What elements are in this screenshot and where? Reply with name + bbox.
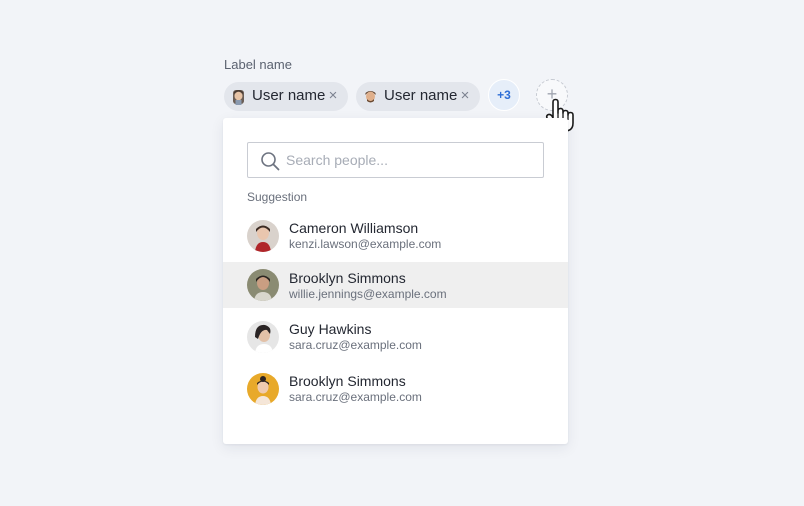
- list-item[interactable]: Cameron Williamson kenzi.lawson@example.…: [223, 210, 568, 262]
- avatar: [247, 269, 279, 301]
- person-email: willie.jennings@example.com: [289, 287, 447, 301]
- user-chip[interactable]: User name ×: [356, 82, 480, 111]
- remove-chip-icon[interactable]: ×: [458, 87, 472, 105]
- person-email: sara.cruz@example.com: [289, 390, 422, 404]
- more-users-badge[interactable]: +3: [488, 79, 520, 111]
- chip-label: User name: [252, 87, 326, 104]
- avatar: [247, 321, 279, 353]
- list-item[interactable]: Guy Hawkins sara.cruz@example.com: [223, 311, 568, 363]
- search-field[interactable]: [247, 142, 544, 178]
- avatar: [247, 373, 279, 405]
- person-email: kenzi.lawson@example.com: [289, 237, 442, 251]
- suggestion-list: Cameron Williamson kenzi.lawson@example.…: [223, 210, 568, 415]
- person-name: Brooklyn Simmons: [289, 373, 406, 389]
- person-name: Guy Hawkins: [289, 321, 372, 337]
- stage: Label name User name × User name × +3 +: [0, 0, 804, 506]
- search-icon: [261, 152, 280, 171]
- list-item[interactable]: Brooklyn Simmons sara.cruz@example.com: [223, 363, 568, 415]
- list-item[interactable]: Brooklyn Simmons willie.jennings@example…: [223, 262, 568, 308]
- field-label: Label name: [224, 57, 292, 72]
- user-chip[interactable]: User name ×: [224, 82, 348, 111]
- user-avatar-icon: [233, 90, 244, 105]
- user-avatar-icon: [365, 91, 376, 103]
- remove-chip-icon[interactable]: ×: [326, 87, 340, 105]
- person-email: sara.cruz@example.com: [289, 338, 422, 352]
- person-name: Cameron Williamson: [289, 220, 419, 236]
- chip-label: User name: [384, 87, 458, 104]
- person-name: Brooklyn Simmons: [289, 270, 406, 286]
- people-dropdown: Suggestion Cameron Williamson kenzi.laws…: [223, 118, 568, 444]
- avatar: [247, 220, 279, 252]
- suggestion-heading: Suggestion: [247, 190, 308, 204]
- search-input[interactable]: [286, 144, 536, 176]
